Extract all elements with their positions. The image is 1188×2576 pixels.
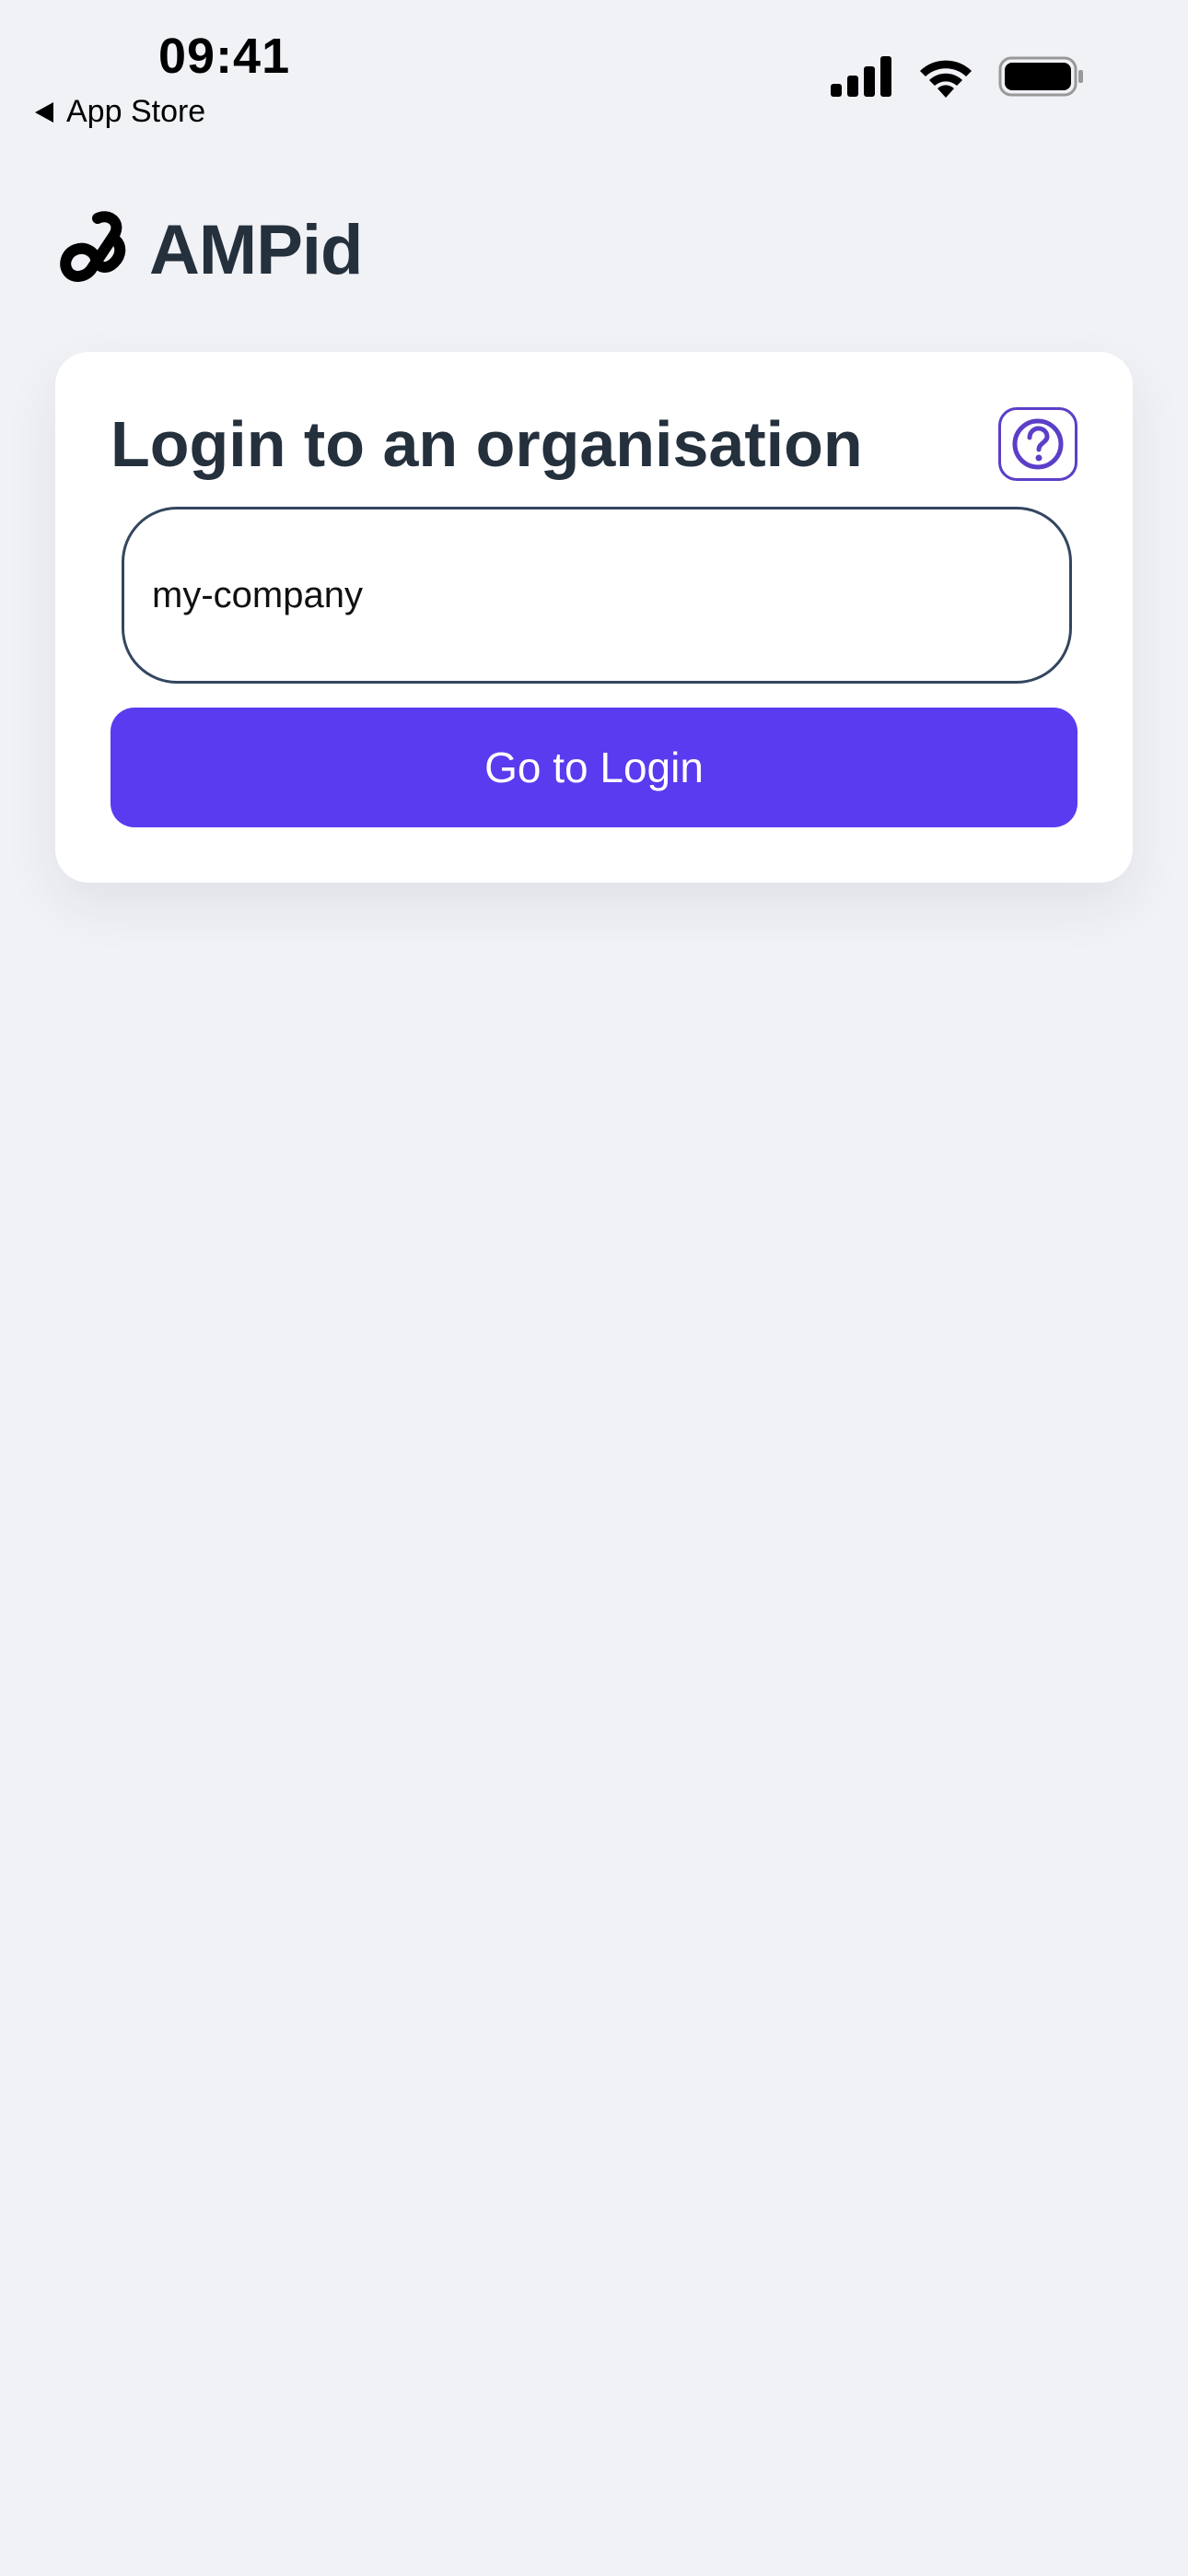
back-link-label: App Store [66,94,206,129]
status-time: 09:41 [158,29,291,84]
brand-header: AMPid [55,210,363,290]
go-to-login-label: Go to Login [484,744,704,791]
question-mark-icon [1012,418,1064,470]
login-screen: 09:41 App Store AMPid Login to an organi… [0,0,1188,2576]
help-button[interactable] [998,407,1077,481]
login-card-title: Login to an organisation [111,408,863,480]
battery-icon [998,56,1083,97]
status-icons [831,55,1085,98]
wifi-icon [920,60,972,98]
back-to-app-store-link[interactable]: App Store [35,94,205,130]
brand-name: AMPid [149,211,363,289]
cellular-signal-icon [831,56,891,97]
back-arrow-icon [35,101,53,123]
organisation-input[interactable] [122,507,1072,684]
login-card: Login to an organisation Go to Login [55,352,1133,883]
go-to-login-button[interactable]: Go to Login [111,708,1077,827]
ampid-logo-icon [60,210,126,282]
